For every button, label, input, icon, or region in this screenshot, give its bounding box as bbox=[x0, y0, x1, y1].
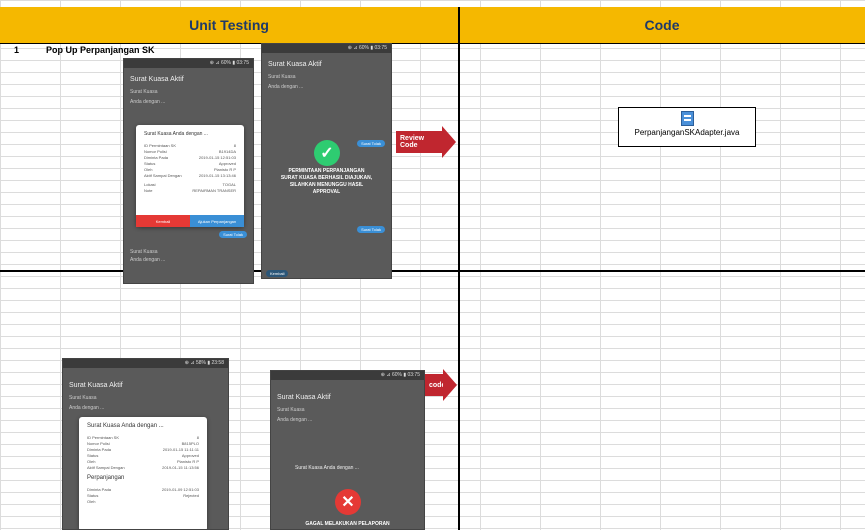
list-label: Surat Kuasa bbox=[130, 89, 158, 95]
phone-screenshot-3: ⊕ ⊿ 58% ▮ 23:58 Surat Kuasa Aktif Surat … bbox=[62, 358, 229, 530]
extension-dialog: Surat Kuasa Anda dengan ... ID Permintaa… bbox=[136, 125, 244, 227]
list-label: Surat Kuasa bbox=[268, 74, 296, 80]
phone-screenshot-2: ⊕ ⊿ 60% ▮ 03:75 Surat Kuasa Aktif Surat … bbox=[261, 43, 392, 279]
arrow-label: Review Code bbox=[400, 135, 425, 149]
list-label: Surat Kuasa bbox=[69, 395, 97, 401]
review-code-arrow: Review Code bbox=[396, 126, 456, 158]
error-x-icon: ✕ bbox=[335, 489, 361, 515]
dialog-title: Surat Kuasa Anda dengan ... bbox=[295, 465, 359, 471]
screen-title: Surat Kuasa Aktif bbox=[130, 76, 184, 83]
field-row: Note REPAIRMAN TRANSER bbox=[144, 188, 236, 193]
back-button[interactable]: Kembali bbox=[266, 270, 289, 277]
row-title: Pop Up Perpanjangan SK bbox=[46, 45, 155, 55]
status-bar: ⊕ ⊿ 60% ▮ 03:75 bbox=[271, 371, 424, 380]
screen-title: Surat Kuasa Aktif bbox=[69, 382, 123, 389]
list-sub: Anda dengan ... bbox=[277, 417, 313, 423]
list-sub: Anda dengan ... bbox=[130, 257, 166, 263]
list-label: Surat Kuasa bbox=[277, 407, 305, 413]
status-bar: ⊕ ⊿ 58% ▮ 23:58 bbox=[63, 359, 228, 368]
success-message: PERMINTAAN PERPANJANGAN SURAT KUASA BERH… bbox=[280, 168, 373, 195]
header-bottom-border bbox=[0, 43, 865, 44]
extension-dialog: Surat Kuasa Anda dengan ... ID Permintaa… bbox=[79, 417, 207, 529]
status-bar: ⊕ ⊿ 60% ▮ 03:75 bbox=[262, 44, 391, 53]
error-message: GAGAL MELAKUKAN PELAPORAN bbox=[305, 521, 390, 527]
reject-button[interactable]: Surat Tolak bbox=[357, 226, 385, 233]
dialog-title: Surat Kuasa Anda dengan ... bbox=[144, 131, 208, 137]
phone-screenshot-4: ⊕ ⊿ 60% ▮ 03:75 Surat Kuasa Aktif Surat … bbox=[270, 370, 425, 530]
field-row: Oleh bbox=[87, 499, 96, 504]
status-bar: ⊕ ⊿ 60% ▮ 03:75 bbox=[124, 59, 253, 68]
column-divider bbox=[458, 7, 460, 530]
cancel-button[interactable]: Kembali bbox=[136, 215, 190, 227]
review-code-arrow: code bbox=[425, 369, 457, 401]
file-name: PerpanjanganSKAdapter.java bbox=[634, 128, 740, 137]
screen-title: Surat Kuasa Aktif bbox=[277, 394, 331, 401]
header-unit-testing: Unit Testing bbox=[0, 7, 458, 43]
success-check-icon: ✓ bbox=[314, 140, 340, 166]
reject-button[interactable]: Surat Tolak bbox=[357, 140, 385, 147]
header-code: Code bbox=[459, 7, 865, 43]
screen-title: Surat Kuasa Aktif bbox=[268, 61, 322, 68]
phone-screenshot-1: ⊕ ⊿ 60% ▮ 03:75 Surat Kuasa Aktif Surat … bbox=[123, 58, 254, 284]
field-row: Aktif Sampai Dengan 2019-01-15 13:13:46 bbox=[144, 173, 236, 178]
submit-extension-button[interactable]: Ajukan Perpanjangan bbox=[190, 215, 244, 227]
dialog-title: Surat Kuasa Anda dengan ... bbox=[87, 423, 164, 429]
code-file[interactable]: PerpanjanganSKAdapter.java bbox=[618, 107, 756, 147]
list-sub: Anda dengan ... bbox=[268, 84, 304, 90]
arrow-label: code bbox=[429, 381, 446, 389]
java-file-icon bbox=[680, 111, 694, 126]
row-number: 1 bbox=[14, 45, 20, 55]
list-sub: Anda dengan ... bbox=[69, 405, 105, 411]
reject-button[interactable]: Surat Tolak bbox=[219, 231, 247, 238]
section-title: Perpanjangan bbox=[87, 475, 125, 481]
list-sub: Anda dengan ... bbox=[130, 99, 166, 105]
dialog-buttons: Kembali Ajukan Perpanjangan bbox=[136, 215, 244, 227]
